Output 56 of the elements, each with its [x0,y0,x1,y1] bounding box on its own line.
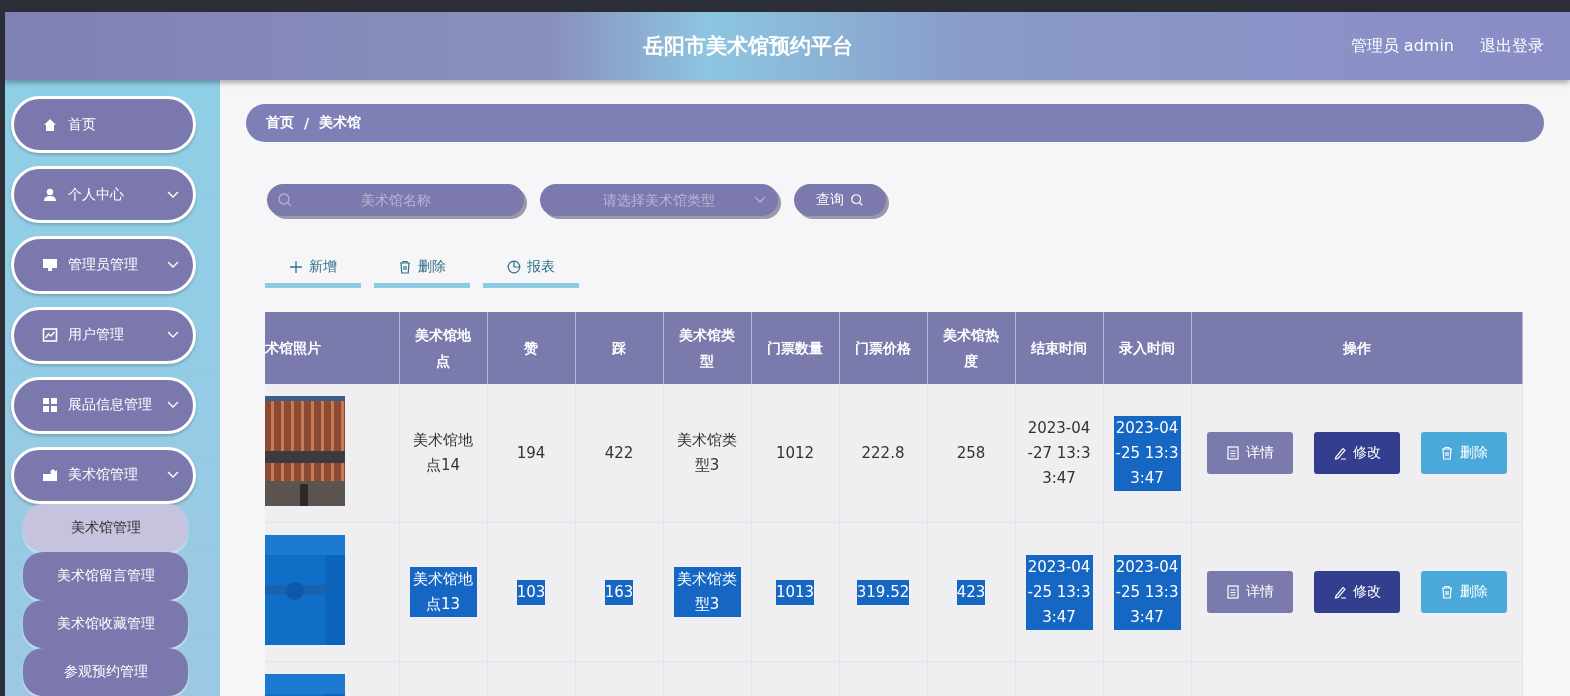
delete-tool-button[interactable]: 删除 [374,250,470,288]
sidebar-item[interactable]: 美术馆管理 [11,446,196,505]
table-cell-text: 194 [516,442,546,464]
table-cell: 1013 [775,579,815,605]
table-cell: 美术馆类型3 [673,567,741,617]
sidebar-item[interactable]: 首页 [11,96,196,154]
submenu-item[interactable]: 美术馆留言管理 [23,552,188,601]
query-button[interactable]: 查询 [794,184,886,216]
table-cell: 2023-04-25 13:33:47 [1113,415,1181,491]
edit-button[interactable]: 修改 [1313,432,1400,474]
column-header: 门票价格 [855,340,911,356]
breadcrumb-item[interactable]: 美术馆 [319,114,362,132]
table-cell: 2023-04-25 13:33:47 [1113,554,1181,630]
sidebar-item[interactable]: 管理员管理 [11,236,196,294]
delete-button[interactable]: 删除 [1420,571,1507,613]
table-cell-text: 422 [604,442,634,464]
detail-button[interactable]: 详情 [1206,432,1293,474]
admin-label: 管理员 admin [1350,35,1454,57]
report-tool-button[interactable]: 报表 [483,250,579,288]
add-tool-button[interactable]: 新增 [265,250,361,288]
table-cell: 423 [956,579,986,605]
table-cell-text: 2023-04-27 13:33:47 [1026,417,1092,489]
submenu-item[interactable]: 美术馆收藏管理 [23,600,188,649]
table-cell: 163 [604,579,634,605]
breadcrumb-separator: / [304,115,310,131]
table-cell: 103 [516,579,546,605]
table-cell-text: 美术馆类型3 [676,430,738,476]
column-header: 美术馆类型 [679,327,735,369]
sidebar-item[interactable]: 个人中心 [11,166,196,224]
submenu-item[interactable]: 美术馆管理 [23,504,188,553]
logout-link[interactable]: 退出登录 [1480,35,1544,57]
site-title: 岳阳市美术馆预约平台 [641,33,854,60]
table-cell-text: 美术馆地点14 [412,430,474,476]
column-header: 赞 [524,340,538,356]
delete-button[interactable]: 删除 [1420,432,1507,474]
column-header: 术馆照片 [265,340,321,356]
breadcrumb-item[interactable]: 首页 [266,114,294,132]
submenu-item[interactable]: 参观预约管理 [23,648,188,696]
detail-button[interactable]: 详情 [1206,571,1293,613]
table-cell: 2023-04-25 13:33:47 [1025,554,1093,630]
column-header: 美术馆地点 [415,327,471,369]
sidebar-item[interactable]: 用户管理 [11,306,196,364]
table-cell-text: 222.8 [861,442,905,464]
column-header: 录入时间 [1119,340,1175,356]
name-search-field[interactable]: 美术馆名称 [267,184,524,216]
table-cell-text: 258 [956,442,986,464]
sidebar-item[interactable]: 展品信息管理 [11,376,196,434]
table-cell-text: 1012 [775,442,815,464]
column-header: 踩 [612,340,626,356]
table-cell: 美术馆地点13 [409,567,477,617]
edit-button[interactable]: 修改 [1313,571,1400,613]
column-header: 结束时间 [1031,340,1087,356]
table-cell: 319.52 [856,579,910,605]
column-header: 操作 [1342,340,1371,356]
column-header: 美术馆热度 [943,327,999,369]
column-header: 门票数量 [767,340,823,356]
